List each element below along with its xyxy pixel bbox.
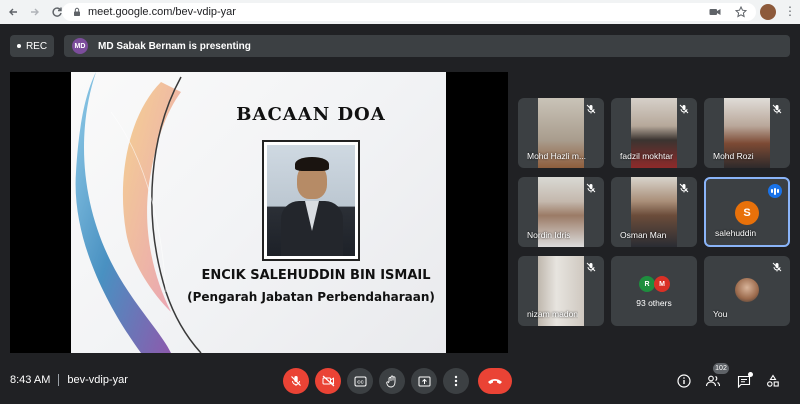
more-icon[interactable]: ⋮	[784, 4, 796, 20]
participant-avatar: S	[735, 201, 759, 225]
participant-name: Mohd Hazli m...	[527, 151, 587, 161]
activities-button[interactable]	[764, 372, 782, 390]
self-tile[interactable]: You	[704, 256, 790, 326]
hand-icon	[386, 375, 396, 387]
participant-count-badge: 102	[713, 363, 729, 374]
mic-off-icon	[291, 376, 301, 386]
participant-name: fadzil mokhtar	[620, 151, 673, 161]
divider	[58, 374, 60, 386]
address-bar[interactable]: meet.google.com/bev-vdip-yar	[62, 3, 756, 21]
presenting-banner: MD MD Sabak Bernam is presenting	[64, 35, 790, 57]
mic-off-icon	[586, 183, 596, 193]
mic-off-icon	[772, 262, 782, 272]
back-icon[interactable]	[4, 3, 22, 21]
participant-name: Mohd Rozi	[713, 151, 754, 161]
mic-off-icon	[679, 104, 689, 114]
meeting-code: bev-vdip-yar	[67, 374, 128, 386]
star-icon[interactable]	[734, 5, 748, 19]
present-icon	[418, 376, 430, 386]
participant-tile-speaking[interactable]: S salehuddin	[704, 177, 790, 247]
people-icon	[705, 375, 721, 387]
participant-tile[interactable]: nizam madon	[518, 256, 604, 326]
mic-off-icon	[586, 262, 596, 272]
leave-call-button[interactable]	[478, 368, 512, 394]
present-button[interactable]	[411, 368, 437, 394]
meeting-details: 8:43 AM bev-vdip-yar	[10, 374, 128, 386]
others-avatar: M	[654, 276, 670, 292]
participant-name: Osman Man	[620, 230, 667, 240]
meeting-time: 8:43 AM	[10, 374, 51, 386]
camera-toggle-button[interactable]	[315, 368, 341, 394]
captions-icon: CC	[354, 376, 366, 386]
forward-icon[interactable]	[26, 3, 44, 21]
slide-speaker-title: (Pengarah Jabatan Perbendaharaan)	[187, 290, 435, 304]
camera-icon[interactable]	[708, 5, 722, 19]
participant-tile[interactable]: Mohd Rozi	[704, 98, 790, 168]
chat-notification-dot	[748, 372, 753, 377]
mic-off-icon	[679, 183, 689, 193]
activities-icon	[767, 374, 779, 387]
rec-dot-icon	[16, 44, 21, 48]
svg-text:CC: CC	[357, 379, 364, 384]
presenter-avatar: MD	[72, 38, 88, 54]
participant-name: You	[713, 309, 728, 319]
rec-label: REC	[25, 40, 48, 52]
others-count: 93 others	[636, 298, 672, 308]
mic-toggle-button[interactable]	[283, 368, 309, 394]
raise-hand-button[interactable]	[379, 368, 405, 394]
presenting-text: MD Sabak Bernam is presenting	[98, 40, 251, 52]
mic-off-icon	[586, 104, 596, 114]
participant-name: salehuddin	[715, 228, 757, 238]
recording-indicator: REC	[10, 35, 54, 57]
captions-button[interactable]: CC	[347, 368, 373, 394]
people-button[interactable]	[704, 372, 722, 390]
camera-off-icon	[322, 375, 334, 387]
speaker-photo	[262, 140, 360, 261]
participant-name: nizam madon	[527, 309, 579, 319]
participant-tile[interactable]: Mohd Hazli m...	[518, 98, 604, 168]
participant-tile[interactable]: Nordin Idris	[518, 177, 604, 247]
profile-avatar[interactable]	[760, 4, 776, 20]
participant-name: Nordin Idris	[527, 230, 571, 240]
more-options-icon	[454, 375, 458, 387]
participant-tile[interactable]: Osman Man	[611, 177, 697, 247]
more-options-button[interactable]	[443, 368, 469, 394]
slide-speaker-name: ENCIK SALEHUDDIN BIN ISMAIL	[201, 268, 431, 283]
others-avatar: R	[639, 276, 655, 292]
meeting-info-button[interactable]	[675, 372, 693, 390]
presentation-stage[interactable]: BACAAN DOA ENCIK SALEHUDDIN BIN ISMAIL (…	[10, 72, 508, 353]
lock-icon	[74, 7, 80, 16]
info-icon	[677, 374, 691, 388]
participant-tile[interactable]: fadzil mokhtar	[611, 98, 697, 168]
self-avatar	[735, 278, 759, 302]
url-text: meet.google.com/bev-vdip-yar	[88, 6, 236, 18]
shared-slide: BACAAN DOA ENCIK SALEHUDDIN BIN ISMAIL (…	[71, 72, 446, 353]
slide-title: BACAAN DOA	[236, 104, 386, 125]
feather-graphic	[75, 72, 202, 353]
mic-off-icon	[772, 104, 782, 114]
hangup-icon	[488, 379, 502, 384]
others-tile[interactable]: R M 93 others	[611, 256, 697, 326]
speaking-indicator-icon	[768, 184, 782, 198]
